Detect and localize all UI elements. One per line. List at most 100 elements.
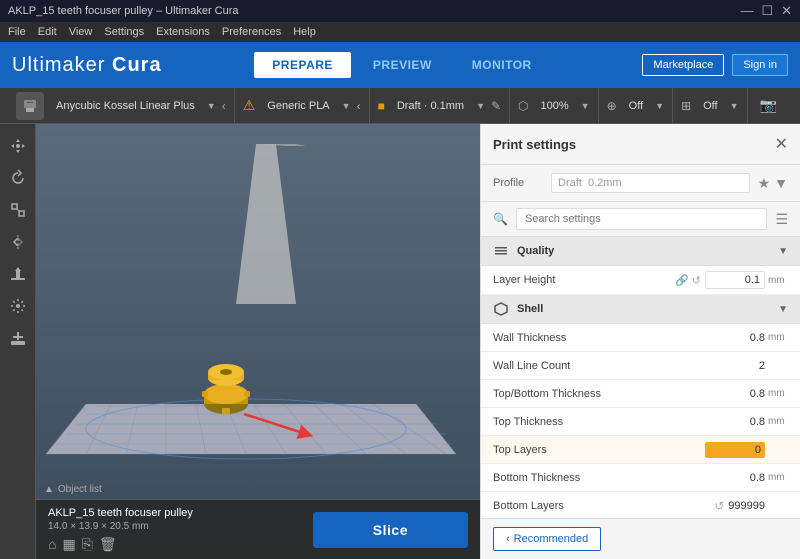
shell-section-header[interactable]: Shell ▼ <box>481 295 800 324</box>
close-btn[interactable]: ✕ <box>781 3 792 19</box>
printer-section: Anycubic Kossel Linear Plus ▼ ‹ <box>8 88 235 123</box>
maximize-btn[interactable]: ☐ <box>761 3 773 19</box>
top-thickness-unit: mm <box>768 416 788 427</box>
shell-section-icon <box>493 301 509 317</box>
quality-section-icon <box>493 243 509 259</box>
support1-section: ⊕ Off ▼ <box>599 88 673 123</box>
app-logo: Ultimaker Cura <box>12 54 162 77</box>
quality-section-header[interactable]: Quality ▼ <box>481 237 800 266</box>
profile-display[interactable]: Draft · 0.1mm <box>391 98 470 114</box>
title-bar: AKLP_15 teeth focuser pulley – Ultimaker… <box>0 0 800 22</box>
top-bottom-thickness-row: Top/Bottom Thickness 0.8 mm <box>481 380 800 408</box>
shell-section-left: Shell <box>493 301 543 317</box>
recommended-label: Recommended <box>514 533 589 545</box>
slice-button[interactable]: Slice <box>313 512 468 548</box>
profile-chevron[interactable]: ▼ <box>476 101 485 111</box>
layer-height-input[interactable] <box>705 271 765 289</box>
menu-extensions[interactable]: Extensions <box>156 26 210 38</box>
support1-value[interactable]: Off <box>623 98 649 114</box>
marketplace-button[interactable]: Marketplace <box>642 54 724 76</box>
settings-footer: ‹ Recommended <box>481 518 800 559</box>
menu-file[interactable]: File <box>8 26 26 38</box>
link-icon[interactable]: 🔗 <box>675 274 689 287</box>
quality-value[interactable]: 100% <box>535 98 575 114</box>
material-chevron[interactable]: ▼ <box>342 101 351 111</box>
window-controls[interactable]: — ☐ ✕ <box>740 3 792 19</box>
bottom-layers-value: 999999 <box>728 500 765 512</box>
support2-icon: ⊞ <box>681 99 691 113</box>
top-bottom-thickness-unit: mm <box>768 388 788 399</box>
support2-section: ⊞ Off ▼ <box>673 88 747 123</box>
wall-thickness-value: 0.8 <box>750 332 765 344</box>
obj-delete-icon[interactable]: 🗑 <box>99 536 117 553</box>
profile-star-btn[interactable]: ★ <box>758 175 771 192</box>
scale-tool-btn[interactable] <box>4 196 32 224</box>
wall-thickness-row: Wall Thickness 0.8 mm <box>481 324 800 352</box>
object-list-chevron[interactable]: ▲ <box>44 484 54 495</box>
printer-chevron[interactable]: ▼ <box>207 101 216 111</box>
support2-chevron[interactable]: ▼ <box>730 101 739 111</box>
print-settings-panel: Print settings ✕ Profile ★ ▼ 🔍 ☰ <box>480 124 800 559</box>
profile-dropdown-btn[interactable]: ▼ <box>774 175 788 192</box>
menu-settings[interactable]: Settings <box>104 26 144 38</box>
quality-section-title: Quality <box>517 245 554 257</box>
settings-title: Print settings <box>493 137 576 152</box>
rotate-tool-btn[interactable] <box>4 164 32 192</box>
menu-preferences[interactable]: Preferences <box>222 26 281 38</box>
3d-viewport[interactable]: ▲ Object list AKLP_15 teeth focuser pull… <box>36 124 480 559</box>
menu-edit[interactable]: Edit <box>38 26 57 38</box>
move-tool-btn[interactable] <box>4 132 32 160</box>
support1-chevron[interactable]: ▼ <box>655 101 664 111</box>
bottom-thickness-row: Bottom Thickness 0.8 mm <box>481 464 800 492</box>
settings-header: Print settings ✕ <box>481 124 800 165</box>
tab-monitor[interactable]: MONITOR <box>454 52 550 78</box>
recommended-chevron: ‹ <box>506 533 510 545</box>
slice-area: Slice <box>313 512 468 548</box>
quality-section: ⬡ 100% ▼ <box>510 88 599 123</box>
support2-value[interactable]: Off <box>697 98 723 114</box>
printer-name[interactable]: Anycubic Kossel Linear Plus <box>50 98 201 114</box>
search-input[interactable] <box>516 208 767 230</box>
add-tool-btn[interactable] <box>4 324 32 352</box>
mirror-tool-btn[interactable] <box>4 228 32 256</box>
material-name[interactable]: Generic PLA <box>261 98 335 114</box>
quality-chevron[interactable]: ▼ <box>581 101 590 111</box>
edit-profile-icon[interactable]: ✎ <box>491 99 501 113</box>
bottom-layers-reset[interactable]: ↺ <box>714 499 724 513</box>
wall-line-count-value: 2 <box>759 360 765 372</box>
menu-bar: File Edit View Settings Extensions Prefe… <box>0 22 800 42</box>
obj-copy-icon[interactable]: ⎘ <box>82 536 93 553</box>
signin-button[interactable]: Sign in <box>732 54 788 76</box>
settings-tool-btn[interactable] <box>4 292 32 320</box>
camera-icon[interactable]: 📷 <box>756 95 781 116</box>
minimize-btn[interactable]: — <box>740 3 753 19</box>
profile-row: Profile ★ ▼ <box>481 165 800 202</box>
obj-grid-icon[interactable]: ▦ <box>62 536 75 553</box>
top-layers-input[interactable] <box>705 442 765 458</box>
material-nav-prev[interactable]: ‹ <box>357 99 361 113</box>
bottom-bar: AKLP_15 teeth focuser pulley 14.0 × 13.9… <box>36 499 480 559</box>
printer-nav-prev[interactable]: ‹ <box>222 99 226 113</box>
menu-help[interactable]: Help <box>293 26 316 38</box>
menu-view[interactable]: View <box>69 26 93 38</box>
settings-close-btn[interactable]: ✕ <box>775 134 788 154</box>
support-tool-btn[interactable] <box>4 260 32 288</box>
obj-home-icon[interactable]: ⌂ <box>48 536 56 553</box>
printer-icon <box>16 92 44 120</box>
profile-input[interactable] <box>551 173 750 193</box>
layer-height-unit: mm <box>768 275 788 286</box>
top-thickness-value: 0.8 <box>750 416 765 428</box>
recommended-button[interactable]: ‹ Recommended <box>493 527 601 551</box>
tab-preview[interactable]: PREVIEW <box>355 52 450 78</box>
settings-menu-icon[interactable]: ☰ <box>775 211 788 228</box>
settings-content: Quality ▼ Layer Height 🔗 ↺ mm <box>481 237 800 518</box>
object-name: AKLP_15 teeth focuser pulley <box>48 507 193 519</box>
shell-chevron-icon: ▼ <box>778 304 788 315</box>
window-title: AKLP_15 teeth focuser pulley – Ultimaker… <box>8 5 239 17</box>
bottom-thickness-value: 0.8 <box>750 472 765 484</box>
material-section: ⚠ Generic PLA ▼ ‹ <box>235 88 370 123</box>
tab-prepare[interactable]: PREPARE <box>254 52 351 78</box>
top-bottom-thickness-label: Top/Bottom Thickness <box>493 388 750 400</box>
reset-icon[interactable]: ↺ <box>692 274 701 287</box>
quality-section-left: Quality <box>493 243 554 259</box>
